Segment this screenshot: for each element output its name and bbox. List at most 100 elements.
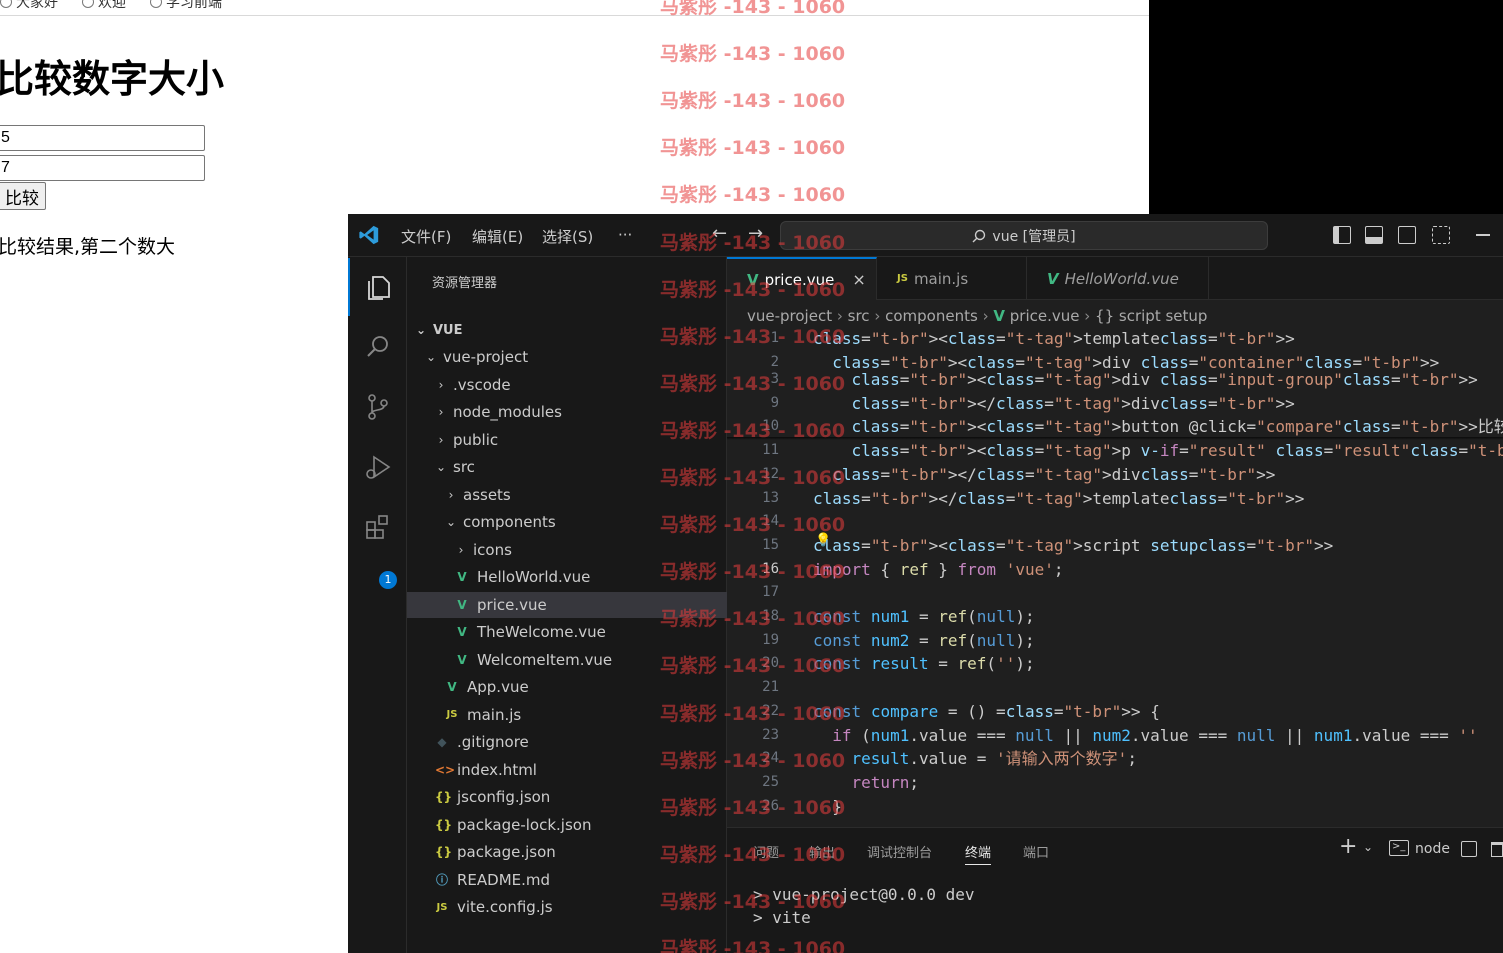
panel-tab-terminal[interactable]: 终端 bbox=[965, 842, 992, 865]
vscode-window: 文件(F) 编辑(E) 选择(S) ··· ← → vue [管理员] 1 资源… bbox=[348, 214, 1503, 953]
code-editor[interactable]: 1 class="t-br"><class="t-tag">templatecla… bbox=[727, 327, 1503, 827]
tree-item[interactable]: ⌄ src bbox=[407, 454, 727, 480]
breadcrumb-item[interactable]: components bbox=[885, 307, 978, 325]
menu-file[interactable]: 文件(F) bbox=[401, 226, 451, 247]
tree-item[interactable]: ⌄ vue-project bbox=[407, 344, 727, 370]
compare-button[interactable]: 比较 bbox=[0, 182, 46, 210]
nav-forward-icon[interactable]: → bbox=[748, 223, 763, 244]
tree-item-label: node_modules bbox=[453, 403, 562, 421]
number-input-2[interactable] bbox=[0, 155, 205, 181]
tree-item[interactable]: ⓘ README.md bbox=[407, 867, 727, 893]
tree-item[interactable]: V App.vue bbox=[407, 674, 727, 700]
code-line: 13 class="t-br"></class="t-tag">templatec… bbox=[727, 487, 1503, 511]
menu-more[interactable]: ··· bbox=[618, 226, 632, 244]
workspace-root[interactable]: ⌄ VUE bbox=[407, 317, 727, 343]
vue-file-icon: V bbox=[457, 625, 467, 639]
tree-item-label: TheWelcome.vue bbox=[477, 623, 606, 641]
tree-item[interactable]: {} jsconfig.json bbox=[407, 784, 727, 810]
command-center[interactable]: vue [管理员] bbox=[780, 221, 1268, 250]
code-text: const num1 = ref(null); bbox=[813, 607, 1035, 626]
line-number: 11 bbox=[762, 442, 779, 459]
toggle-sidebar-icon[interactable] bbox=[1333, 226, 1351, 244]
code-text: const num2 = ref(null); bbox=[813, 630, 1035, 650]
panel-tab-output[interactable]: 输出 bbox=[809, 842, 835, 861]
line-number: 26 bbox=[762, 797, 779, 814]
code-text: class="t-br"></class="t-tag">divclass="t… bbox=[832, 464, 1276, 484]
breadcrumb-item[interactable]: src bbox=[848, 307, 870, 325]
explorer-sidebar: 资源管理器 ⌄ VUE ⌄ vue-project › .vscode › node_mo… bbox=[407, 257, 727, 953]
chevron-right-icon: › bbox=[458, 542, 464, 557]
menu-edit[interactable]: 编辑(E) bbox=[472, 226, 523, 247]
json-file-icon: {} bbox=[435, 845, 453, 859]
search-view-icon[interactable] bbox=[348, 318, 407, 376]
code-line: 24 result.value = '请输入两个数字'; bbox=[727, 747, 1503, 771]
breadcrumb-item[interactable]: vue-project bbox=[747, 307, 832, 325]
tab-helloworld-vue[interactable]: V HelloWorld.vue bbox=[1027, 257, 1209, 300]
vue-file-icon: V bbox=[1047, 269, 1059, 288]
tree-item[interactable]: V TheWelcome.vue bbox=[407, 619, 727, 645]
tree-item[interactable]: ⌄ components bbox=[407, 509, 727, 535]
tree-item[interactable]: {} package-lock.json bbox=[407, 812, 727, 838]
code-text: class="t-br"></class="t-tag">templatecla… bbox=[813, 488, 1305, 508]
code-line: 19 const num2 = ref(null); bbox=[727, 629, 1503, 653]
tree-item[interactable]: V HelloWorld.vue bbox=[407, 564, 727, 590]
toggle-panel-icon[interactable] bbox=[1365, 226, 1383, 244]
explorer-icon[interactable] bbox=[348, 258, 407, 316]
lightbulb-icon[interactable]: 💡 bbox=[815, 533, 831, 548]
code-text: const compare = () =class="t-br">> { bbox=[813, 701, 1160, 721]
tab-main-js[interactable]: JS main.js bbox=[877, 257, 1027, 300]
tree-item[interactable]: › .vscode bbox=[407, 372, 727, 398]
menu-selection[interactable]: 选择(S) bbox=[542, 226, 593, 247]
tree-item-label: index.html bbox=[457, 760, 537, 779]
tree-item[interactable]: › assets bbox=[407, 482, 727, 508]
chevron-right-icon: › bbox=[438, 432, 444, 447]
tree-item[interactable]: JS main.js bbox=[407, 702, 727, 728]
toggle-secondary-sidebar-icon[interactable] bbox=[1398, 226, 1416, 244]
chevron-down-icon: ⌄ bbox=[435, 460, 447, 474]
terminal-name[interactable]: node bbox=[1415, 841, 1450, 857]
chevron-down-icon[interactable]: ⌄ bbox=[1363, 840, 1373, 854]
tree-item[interactable]: › icons bbox=[407, 537, 727, 563]
code-text: class="t-br"></class="t-tag">divclass="t… bbox=[851, 393, 1295, 413]
tree-item[interactable]: V WelcomeItem.vue bbox=[407, 647, 727, 673]
nav-back-icon[interactable]: ← bbox=[712, 223, 727, 244]
code-text: } bbox=[813, 796, 842, 816]
panel-tab-ports[interactable]: 端口 bbox=[1023, 842, 1049, 861]
panel-tab-debug-console[interactable]: 调试控制台 bbox=[867, 842, 932, 861]
panel-tab-problems[interactable]: 问题 bbox=[753, 842, 779, 861]
tree-item[interactable]: <> index.html bbox=[407, 757, 727, 783]
code-line: 3 class="t-br"><class="t-tag">div class=… bbox=[727, 368, 1503, 392]
tab-bar: V price.vue × JS main.js V HelloWorld.vu… bbox=[727, 257, 1503, 300]
source-control-icon[interactable] bbox=[348, 378, 407, 436]
customize-layout-icon[interactable] bbox=[1432, 226, 1450, 244]
tree-item[interactable]: ◆ .gitignore bbox=[407, 729, 727, 755]
split-terminal-icon[interactable] bbox=[1461, 841, 1477, 857]
radio-option-1[interactable]: 大家好 bbox=[0, 0, 58, 12]
radio-option-3[interactable]: 学习前端 bbox=[150, 0, 222, 12]
tree-item[interactable]: {} package.json bbox=[407, 839, 727, 865]
run-debug-icon[interactable] bbox=[348, 438, 407, 496]
code-line: 21 bbox=[727, 676, 1503, 700]
line-number: 22 bbox=[762, 702, 779, 719]
minimize-icon[interactable] bbox=[1476, 234, 1490, 236]
tree-item[interactable]: › node_modules bbox=[407, 399, 727, 425]
command-center-label: vue [管理员] bbox=[992, 228, 1076, 245]
close-icon[interactable]: × bbox=[852, 270, 865, 289]
number-input-1[interactable] bbox=[0, 125, 205, 151]
tree-item[interactable]: › public bbox=[407, 427, 727, 453]
breadcrumb: vue-project › src › components › V price… bbox=[747, 307, 1208, 325]
trash-icon[interactable] bbox=[1491, 842, 1503, 857]
tree-item-label: src bbox=[453, 458, 475, 476]
json-file-icon: {} bbox=[435, 817, 453, 832]
extensions-icon[interactable] bbox=[348, 498, 407, 556]
code-line: 25 return; bbox=[727, 771, 1503, 795]
breadcrumb-item[interactable]: price.vue bbox=[1010, 307, 1080, 325]
tree-item[interactable]: Vprice.vue bbox=[407, 591, 727, 618]
vue-file-icon: V bbox=[457, 652, 467, 667]
tab-price-vue[interactable]: V price.vue × bbox=[727, 257, 877, 300]
breadcrumb-item[interactable]: {} script setup bbox=[1095, 307, 1207, 325]
new-terminal-icon[interactable]: + bbox=[1339, 834, 1357, 859]
code-line: 26 } bbox=[727, 795, 1503, 819]
tree-item[interactable]: JS vite.config.js bbox=[407, 894, 727, 920]
radio-option-2[interactable]: 欢迎 bbox=[82, 0, 126, 12]
